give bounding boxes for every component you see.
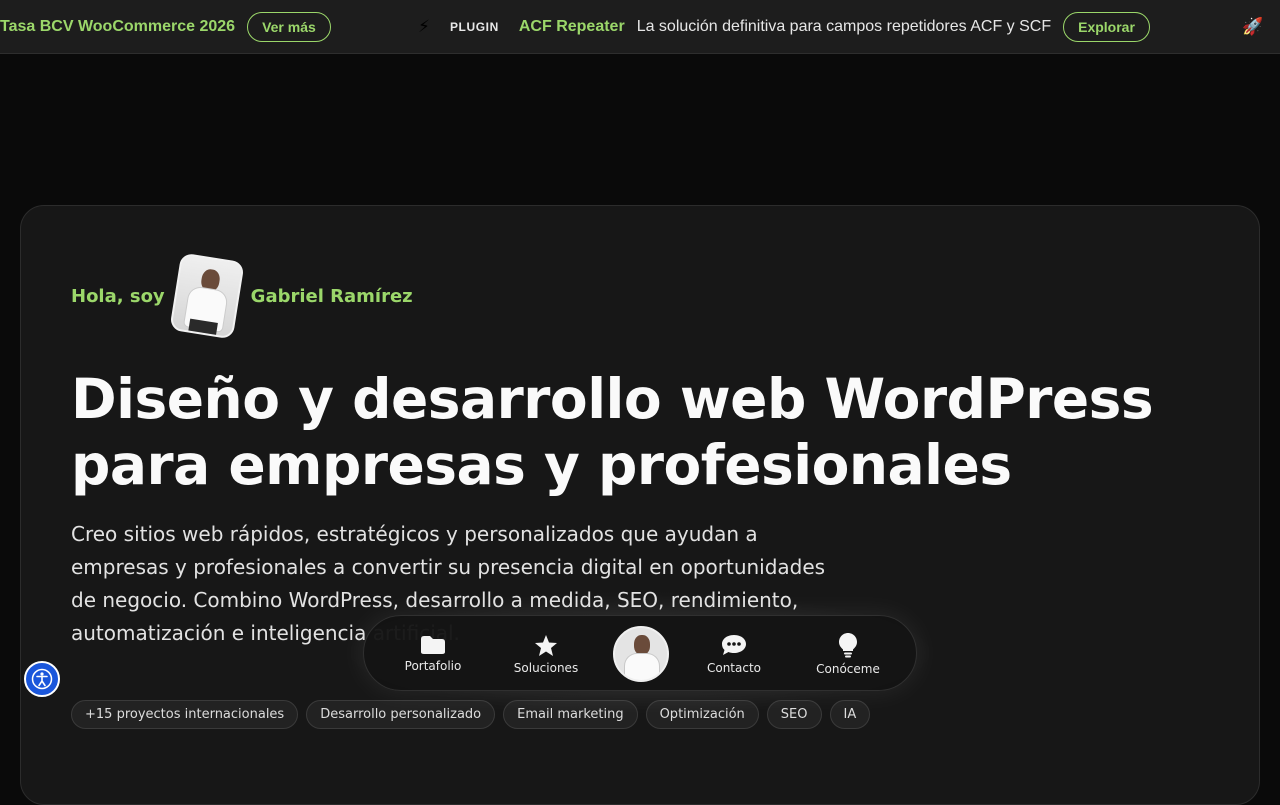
ticker-title-bcv: Tasa BCV WooCommerce 2026 [0,18,236,35]
chat-icon [722,635,746,655]
ticker-item-acf: ⚡ PLUGIN ACF Repeater La solución defini… [418,0,1150,53]
ticker-tag: PLUGIN [449,20,499,34]
dock-label-soluciones: Soluciones [513,660,579,675]
dock-item-conoceme[interactable]: Conóceme [798,616,898,692]
ticker-description: La solución definitiva para campos repet… [636,18,1052,35]
folder-icon [421,636,445,654]
ver-mas-button[interactable]: Ver más [247,12,331,42]
accessibility-button[interactable] [24,661,60,697]
announcement-ticker: Tasa BCV WooCommerce 2026 Ver más ⚡ PLUG… [0,0,1280,54]
headline-line-2: para empresas y profesionales [71,433,1012,497]
hero-headline: Diseño y desarrollo web WordPress para e… [71,366,1211,498]
ticker-item-bcv: Tasa BCV WooCommerce 2026 Ver más [0,0,331,53]
ticker-title-acf: ACF Repeater [518,18,625,35]
bolt-icon: ⚡ [418,17,430,37]
explorar-button[interactable]: Explorar [1063,12,1150,42]
rocket-icon: 🚀 [1242,17,1264,37]
dock-label-portafolio: Portafolio [404,659,462,673]
dock-avatar[interactable] [613,626,669,682]
dock-item-portafolio[interactable]: Portafolio [383,616,483,692]
greeting-prefix: Hola, soy [71,285,165,307]
dock-label-contacto: Contacto [706,661,762,675]
lightbulb-icon [839,633,857,658]
star-icon [535,634,557,656]
floating-dock-nav: Portafolio Soluciones Contacto Conóceme [363,615,917,691]
dock-label-conoceme: Conóceme [816,662,880,676]
author-name: Gabriel Ramírez [250,285,413,307]
headline-line-1: Diseño y desarrollo web WordPress [71,367,1154,431]
accessibility-icon [31,668,53,690]
profile-photo [168,252,245,340]
dock-item-contacto[interactable]: Contacto [684,616,784,692]
hero-greeting: Hola, soy Gabriel Ramírez [71,252,413,340]
chip-projects: +15 proyectos internacionales [71,700,299,729]
ticker-item-next: 🚀 [1242,0,1264,53]
dock-item-soluciones[interactable]: Soluciones [496,616,596,692]
